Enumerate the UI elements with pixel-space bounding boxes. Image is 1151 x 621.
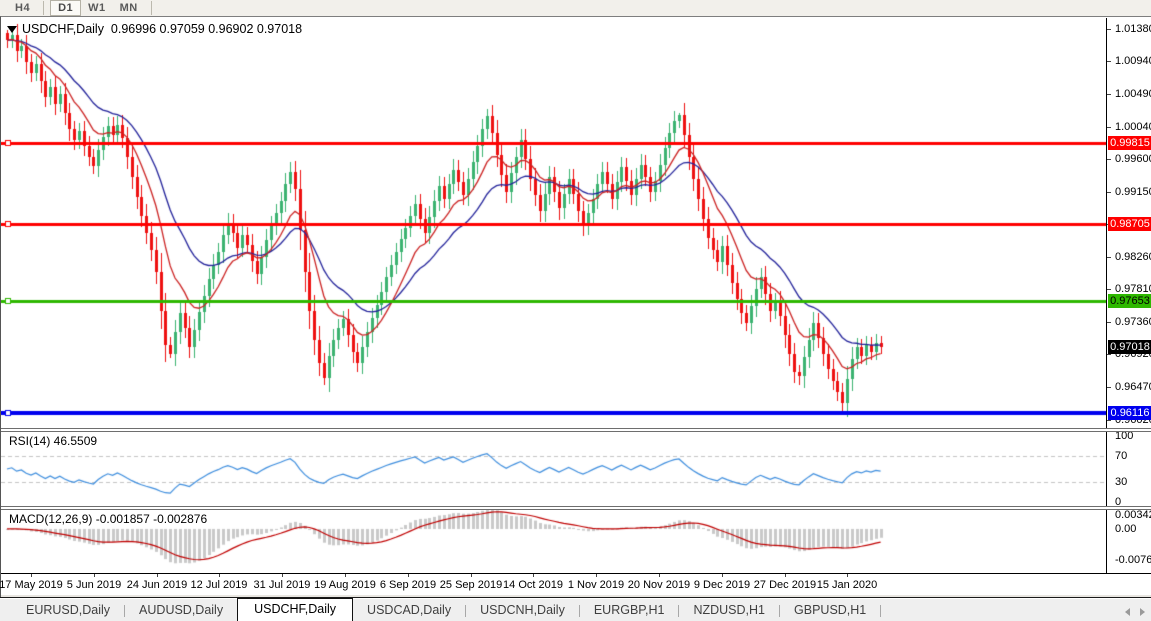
time-axis-label: 19 Aug 2019 xyxy=(310,579,380,591)
chart-window: USDCHF,Daily 0.96996 0.97059 0.96902 0.9… xyxy=(0,16,1151,597)
toolbar-separator xyxy=(43,1,44,15)
tab-scroll-arrows xyxy=(1125,608,1145,616)
chart-tab-nzdusd-h1[interactable]: NZDUSD,H1 xyxy=(679,601,779,621)
time-axis-label: 20 Nov 2019 xyxy=(624,579,694,591)
time-axis-label: 12 Jul 2019 xyxy=(184,579,254,591)
macd-pane[interactable]: MACD(12,26,9) -0.001857 -0.002876 xyxy=(1,510,1106,573)
ohlc-values: 0.96996 0.97059 0.96902 0.97018 xyxy=(104,22,302,36)
timeframe-button-w1[interactable]: W1 xyxy=(81,1,113,15)
price-badge: 0.99815 xyxy=(1108,136,1151,150)
price-badge: 0.98705 xyxy=(1108,217,1151,231)
price-axis: 1.01380 1.00940 1.00490 1.00040 0.99600 0.991… xyxy=(1106,18,1151,573)
time-axis-tick xyxy=(785,574,786,577)
macd-axis-label: 0.00 xyxy=(1115,523,1136,535)
chart-tab-usdcnh-daily[interactable]: USDCNH,Daily xyxy=(466,601,579,621)
time-axis-tick xyxy=(847,574,848,577)
symbol-dropdown-icon[interactable] xyxy=(7,26,17,33)
time-axis-tick xyxy=(282,574,283,577)
chart-tab-usdchf-daily[interactable]: USDCHF,Daily xyxy=(237,598,353,621)
price-axis-tick xyxy=(1107,257,1111,258)
pane-splitter-macd[interactable] xyxy=(1,506,1151,510)
time-axis-label: 17 May 2019 xyxy=(0,579,66,591)
time-axis-tick xyxy=(345,574,346,577)
time-axis-label: 25 Sep 2019 xyxy=(436,579,506,591)
time-axis-label: 9 Dec 2019 xyxy=(687,579,757,591)
chart-tab-audusd-daily[interactable]: AUDUSD,Daily xyxy=(125,601,237,621)
chart-tab-eurgbp-h1[interactable]: EURGBP,H1 xyxy=(580,601,679,621)
price-axis-tick xyxy=(1107,29,1111,30)
time-axis-label: 5 Jun 2019 xyxy=(59,579,129,591)
price-axis-tick xyxy=(1107,289,1111,290)
time-axis-tick xyxy=(722,574,723,577)
price-badge: 0.96116 xyxy=(1108,406,1151,420)
time-axis-tick xyxy=(408,574,409,577)
time-axis-label: 27 Dec 2019 xyxy=(750,579,820,591)
timeframe-button-h4[interactable]: H4 xyxy=(8,1,37,15)
symbol-label: USDCHF,Daily xyxy=(22,22,104,36)
price-axis-label: 0.96470 xyxy=(1115,381,1151,393)
time-axis-label: 6 Sep 2019 xyxy=(373,579,443,591)
price-axis-label: 1.00490 xyxy=(1115,88,1151,100)
toolbar-separator xyxy=(151,1,152,15)
price-badge: 0.97653 xyxy=(1108,294,1151,308)
price-axis-tick xyxy=(1107,159,1111,160)
time-axis-tick xyxy=(219,574,220,577)
macd-axis-label: 0.003428 xyxy=(1115,509,1151,521)
chart-title: USDCHF,Daily 0.96996 0.97059 0.96902 0.9… xyxy=(7,22,302,36)
rsi-pane[interactable]: RSI(14) 46.5509 xyxy=(1,432,1106,506)
price-axis-tick xyxy=(1107,192,1111,193)
price-axis-tick xyxy=(1107,387,1111,388)
macd-label: MACD(12,26,9) -0.001857 -0.002876 xyxy=(9,512,207,526)
mt4-terminal: H4 D1W1MN USDCHF,Daily 0.96996 0.97059 0.… xyxy=(0,0,1151,621)
time-axis-tick xyxy=(596,574,597,577)
timeframe-button-mn[interactable]: MN xyxy=(113,1,145,15)
macd-axis-label: -0.007615 xyxy=(1115,554,1151,566)
time-axis-label: 14 Oct 2019 xyxy=(498,579,568,591)
time-axis-label: 15 Jan 2020 xyxy=(812,579,882,591)
time-axis-tick xyxy=(157,574,158,577)
price-axis-tick xyxy=(1107,420,1111,421)
time-axis-tick xyxy=(94,574,95,577)
price-axis-label: 0.97360 xyxy=(1115,316,1151,328)
timeframe-toolbar: H4 D1W1MN xyxy=(0,0,1151,16)
rsi-canvas[interactable] xyxy=(1,432,1106,506)
time-axis-tick xyxy=(471,574,472,577)
tab-separator xyxy=(880,605,881,617)
rsi-axis-label: 30 xyxy=(1115,476,1127,488)
time-axis-label: 1 Nov 2019 xyxy=(561,579,631,591)
price-badge: 0.97018 xyxy=(1108,340,1151,354)
chart-tab-usdcad-daily[interactable]: USDCAD,Daily xyxy=(353,601,465,621)
time-axis-label: 24 Jun 2019 xyxy=(122,579,192,591)
rsi-label: RSI(14) 46.5509 xyxy=(9,434,97,448)
rsi-axis-label: 70 xyxy=(1115,450,1127,462)
price-axis-label: 1.00940 xyxy=(1115,55,1151,67)
time-axis-tick xyxy=(533,574,534,577)
timeframe-button-d1[interactable]: D1 xyxy=(50,0,81,16)
time-axis-label: 31 Jul 2019 xyxy=(247,579,317,591)
time-axis: 17 May 20195 Jun 201924 Jun 201912 Jul 2… xyxy=(1,573,1151,595)
candlestick-canvas[interactable] xyxy=(1,18,1106,428)
price-axis-tick xyxy=(1107,322,1111,323)
price-axis-label: 0.99150 xyxy=(1115,186,1151,198)
tab-scroll-right-icon[interactable] xyxy=(1140,608,1145,616)
price-axis-tick xyxy=(1107,127,1111,128)
price-axis-label: 1.01380 xyxy=(1115,23,1151,35)
price-axis-label: 0.99600 xyxy=(1115,153,1151,165)
tab-scroll-left-icon[interactable] xyxy=(1125,608,1130,616)
price-axis-label: 0.98260 xyxy=(1115,251,1151,263)
price-axis-tick xyxy=(1107,94,1111,95)
chart-tab-gbpusd-h1[interactable]: GBPUSD,H1 xyxy=(780,601,880,621)
price-axis-tick xyxy=(1107,61,1111,62)
pane-splitter-rsi[interactable] xyxy=(1,428,1151,432)
time-axis-tick xyxy=(659,574,660,577)
chart-tab-eurusd-daily[interactable]: EURUSD,Daily xyxy=(12,601,124,621)
price-axis-label: 1.00040 xyxy=(1115,121,1151,133)
chart-tab-bar: EURUSD,DailyAUDUSD,DailyUSDCHF,DailyUSDC… xyxy=(0,597,1151,621)
main-chart-pane[interactable]: USDCHF,Daily 0.96996 0.97059 0.96902 0.9… xyxy=(1,18,1106,428)
time-axis-tick xyxy=(31,574,32,577)
price-axis-tick xyxy=(1107,354,1111,355)
